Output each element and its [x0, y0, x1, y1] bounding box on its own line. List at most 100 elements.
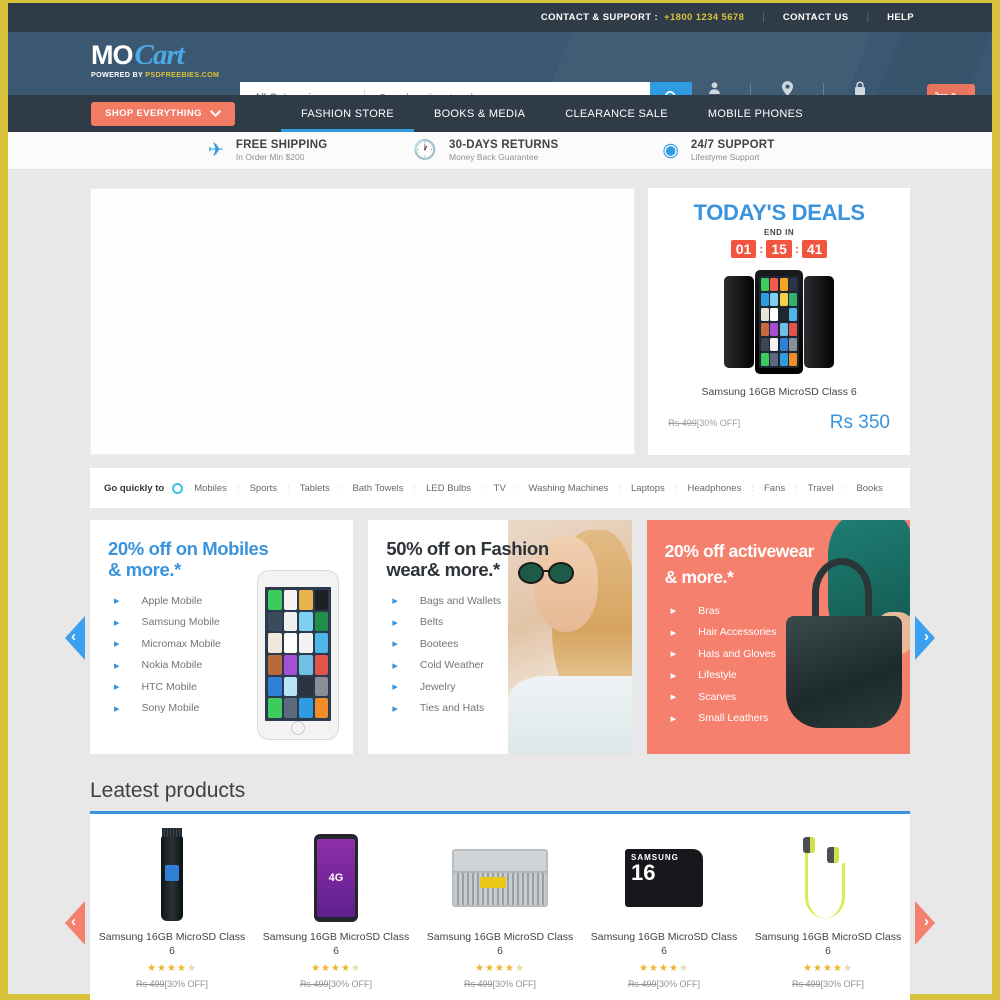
promo-mobiles[interactable]: 20% off on Mobiles& more.* Apple Mobile …	[90, 520, 354, 754]
timer-colon: :	[794, 242, 799, 256]
deals-end-in-label: END IN	[764, 228, 795, 237]
quick-sep: :	[618, 482, 621, 494]
cart-button[interactable]: 0	[927, 84, 975, 95]
deal-discount: [30% OFF]	[696, 418, 741, 428]
product-image	[424, 826, 576, 930]
promo-list-item[interactable]: Ties and Hats	[392, 698, 631, 720]
promo-list-item[interactable]: Scarves	[671, 686, 910, 708]
hero-slider[interactable]	[90, 188, 636, 455]
site-logo[interactable]: MOCart POWERED BY PSDFREEBIES.COM	[91, 40, 219, 79]
deal-old-price-block: Rs 499[30% OFF]	[668, 418, 740, 428]
quick-link-tablets[interactable]: Tablets	[299, 483, 331, 494]
feature-title: FREE SHIPPING	[235, 139, 328, 151]
promo-list-item[interactable]: Bags and Wallets	[392, 590, 631, 612]
promo-list-item[interactable]: Hats and Gloves	[671, 643, 910, 665]
logo-text-cart: Cart	[134, 39, 185, 71]
timer-colon: :	[759, 242, 764, 256]
promo-list-item[interactable]: Micromax Mobile	[114, 633, 353, 655]
search-bar: All Categories	[240, 82, 692, 95]
nav-item-mobile-phones[interactable]: MOBILE PHONES	[688, 95, 823, 132]
product-card[interactable]: Samsung 16GB MicroSD Class 6 ★★★★★ Rs 49…	[746, 826, 910, 1000]
quick-link-washing-machines[interactable]: Washing Machines	[527, 483, 609, 494]
sd-card-illustration: SAMSUNG 16	[625, 849, 703, 907]
chevron-down-icon	[209, 110, 221, 117]
help-link[interactable]: HELP	[887, 12, 914, 23]
promo-list-item[interactable]: Apple Mobile	[114, 590, 353, 612]
shop-everything-button[interactable]: SHOP EVERYTHING	[91, 101, 235, 126]
quick-sep: :	[236, 482, 240, 494]
feature-title: 30-DAYS RETURNS	[449, 139, 559, 151]
lifebuoy-icon: ◉	[662, 140, 679, 161]
nav-label: CLEARANCE SALE	[565, 107, 668, 120]
quick-link-tv[interactable]: TV	[493, 483, 507, 494]
product-card[interactable]: Samsung 16GB MicroSD Class 6 ★★★★★ Rs 49…	[418, 826, 582, 1000]
clock-icon: 🕐	[413, 140, 438, 161]
feature-subtitle: In Order Min $200	[235, 152, 305, 162]
quick-link-mobiles[interactable]: Mobiles	[193, 483, 228, 494]
product-card[interactable]: SAMSUNG 16 Samsung 16GB MicroSD Class 6 ★…	[582, 826, 746, 1000]
contact-us-link[interactable]: CONTACT US	[783, 12, 849, 23]
nav-item-clearance-sale[interactable]: CLEARANCE SALE	[545, 95, 688, 132]
quick-link-sports[interactable]: Sports	[249, 483, 278, 494]
promo-list-item[interactable]: Bootees	[392, 633, 631, 655]
quick-link-led-bulbs[interactable]: LED Bulbs	[425, 483, 472, 494]
phone-right	[804, 276, 835, 368]
support-phone-number[interactable]: +1800 1234 5678	[664, 12, 744, 23]
airplane-icon: ✈	[208, 140, 224, 161]
logo-wordmark: MOCart	[91, 40, 219, 70]
quick-link-laptops[interactable]: Laptops	[630, 483, 666, 494]
header-actions: MY ACCOUNT TRACK ORDER LOGIN	[682, 80, 892, 95]
promo-list-item[interactable]: Lifestyle	[671, 665, 910, 687]
toolbox-illustration	[452, 849, 548, 907]
promo-list-item[interactable]: Small Leathers	[671, 708, 910, 730]
product-card[interactable]: Samsung 16GB MicroSD Class 6 ★★★★★ Rs 49…	[90, 826, 254, 1000]
nav-item-books-media[interactable]: BOOKS & MEDIA	[414, 95, 545, 132]
feature-free-shipping: ✈ FREE SHIPPING In Order Min $200	[208, 139, 327, 162]
quick-link-headphones[interactable]: Headphones	[686, 483, 742, 494]
rating-stars: ★★★★★	[752, 963, 904, 974]
product-price: Rs 499[30% OFF]	[588, 979, 740, 989]
top-utility-bar: CONTACT & SUPPORT : +1800 1234 5678 | CO…	[8, 3, 992, 32]
product-discount: [30% OFF]	[492, 979, 537, 989]
products-prev-glyph: ‹	[71, 913, 76, 930]
deal-product-image[interactable]	[648, 266, 910, 378]
quick-link-bath-towels[interactable]: Bath Towels	[351, 483, 404, 494]
quick-link-travel[interactable]: Travel	[807, 483, 835, 494]
my-account-button[interactable]: MY ACCOUNT	[682, 80, 746, 95]
product-image	[96, 826, 248, 930]
promo-list-item[interactable]: Samsung Mobile	[114, 612, 353, 634]
promo-list-item[interactable]: Belts	[392, 612, 631, 634]
phone-screen	[759, 276, 800, 368]
promo-list-item[interactable]: Bras	[671, 600, 910, 622]
product-card[interactable]: 4G Samsung 16GB MicroSD Class 6 ★★★★★ Rs…	[254, 826, 418, 1000]
contact-support-label: CONTACT & SUPPORT :	[540, 12, 659, 23]
product-discount: [30% OFF]	[656, 979, 701, 989]
promo-list-item[interactable]: HTC Mobile	[114, 676, 353, 698]
promo-list-item[interactable]: Jewelry	[392, 676, 631, 698]
track-order-button[interactable]: TRACK ORDER	[755, 80, 819, 95]
promo-list-item[interactable]: Sony Mobile	[114, 698, 353, 720]
feature-bar: ✈ FREE SHIPPING In Order Min $200 🕐 30-D…	[8, 132, 992, 170]
promo-prev-glyph: ‹	[71, 628, 76, 645]
nav-item-fashion-store[interactable]: FASHION STORE	[281, 95, 414, 132]
promo-list-item[interactable]: Cold Weather	[392, 655, 631, 677]
product-name: Samsung 16GB MicroSD Class 6	[98, 931, 246, 957]
product-old-price: Rs 499	[463, 979, 493, 989]
promo-list-item[interactable]: Nokia Mobile	[114, 655, 353, 677]
product-old-price: Rs 499	[791, 979, 821, 989]
promo-activewear[interactable]: 20% off activewear& more.* Bras Hair Acc…	[646, 520, 910, 754]
topbar-divider-2: |	[866, 12, 870, 23]
purple-phone-illustration: 4G	[314, 834, 358, 922]
promo-list-item[interactable]: Hair Accessories	[671, 622, 910, 644]
quick-link-books[interactable]: Books	[855, 483, 883, 494]
feature-subtitle: Lifestyme Support	[690, 152, 760, 162]
deal-product-name[interactable]: Samsung 16GB MicroSD Class 6	[648, 386, 910, 398]
product-image: SAMSUNG 16	[588, 826, 740, 930]
rating-stars: ★★★★★	[260, 963, 412, 974]
login-button[interactable]: LOGIN	[828, 80, 892, 95]
promo-fashion[interactable]: 50% off on Fashionwear& more.* Bags and …	[368, 520, 632, 754]
quick-link-fans[interactable]: Fans	[763, 483, 786, 494]
quick-sep: :	[795, 482, 798, 494]
product-name: Samsung 16GB MicroSD Class 6	[426, 931, 574, 957]
product-discount: [30% OFF]	[820, 979, 865, 989]
